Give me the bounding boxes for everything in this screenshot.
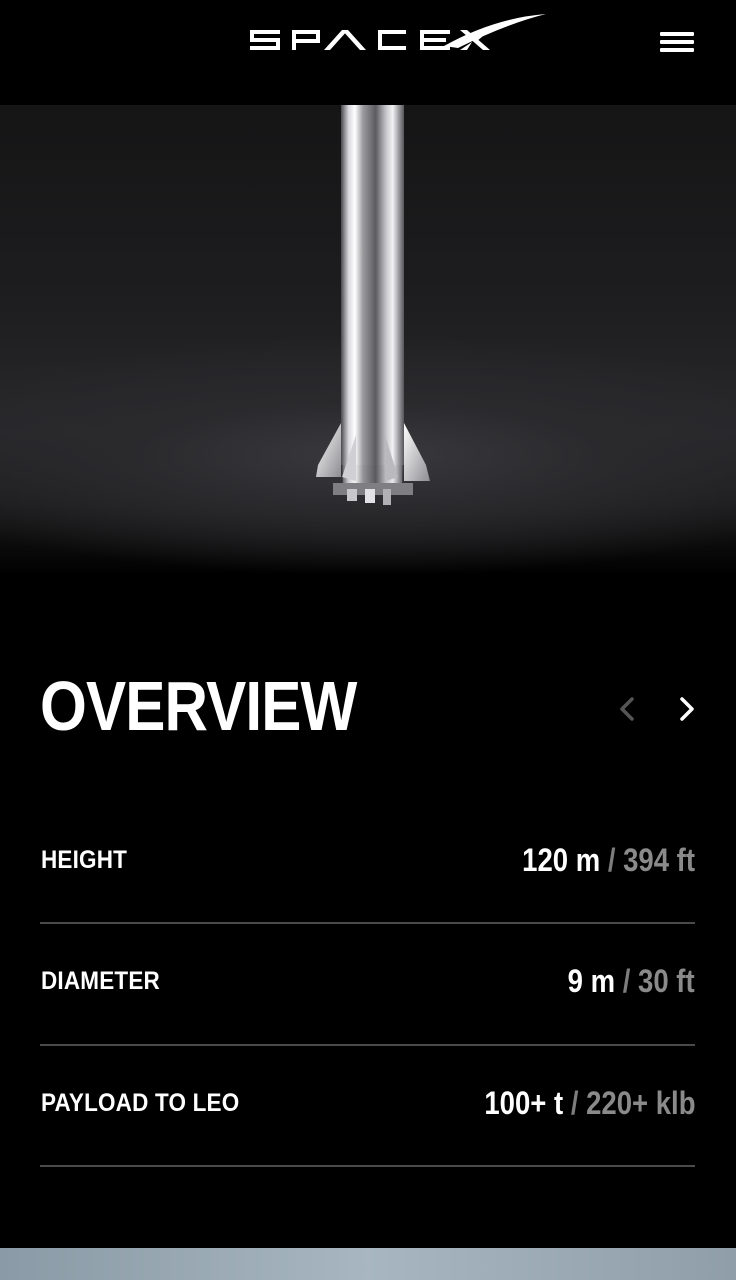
spacex-logo-icon [250, 14, 546, 50]
spacex-logo[interactable] [244, 12, 548, 58]
chevron-left-icon[interactable] [612, 692, 642, 726]
spec-label: PAYLOAD TO LEO [41, 1089, 240, 1117]
spec-label: DIAMETER [41, 967, 160, 995]
menu-bar [660, 48, 694, 52]
site-header [0, 0, 736, 105]
hamburger-menu-icon[interactable] [660, 32, 696, 56]
spec-label: HEIGHT [41, 846, 128, 874]
spec-imperial-value: 30 ft [638, 963, 695, 999]
spec-row-diameter: DIAMETER 9 m / 30 ft [40, 924, 695, 1046]
spec-row-payload: PAYLOAD TO LEO 100+ t / 220+ klb [40, 1045, 695, 1167]
spec-separator: / [562, 1085, 586, 1121]
rocket-illustration [316, 105, 430, 505]
spec-imperial-value: 394 ft [623, 842, 695, 878]
spec-value: 100+ t / 220+ klb [484, 1085, 695, 1122]
spec-row-height: HEIGHT 120 m / 394 ft [40, 802, 695, 924]
spec-separator: / [615, 963, 639, 999]
spec-metric-value: 120 m [522, 842, 601, 878]
section-title: OVERVIEW [40, 667, 357, 745]
next-section-preview [0, 1248, 736, 1280]
spec-imperial-value: 220+ klb [585, 1085, 695, 1121]
spec-separator: / [600, 842, 624, 878]
starship-rocket-image [0, 105, 736, 575]
spec-value: 9 m / 30 ft [568, 963, 695, 1000]
spec-metric-value: 100+ t [483, 1085, 563, 1121]
spec-metric-value: 9 m [568, 963, 616, 999]
spec-value: 120 m / 394 ft [522, 842, 695, 879]
chevron-right-icon[interactable] [672, 692, 702, 726]
menu-bar [660, 32, 694, 36]
menu-bar [660, 40, 694, 44]
